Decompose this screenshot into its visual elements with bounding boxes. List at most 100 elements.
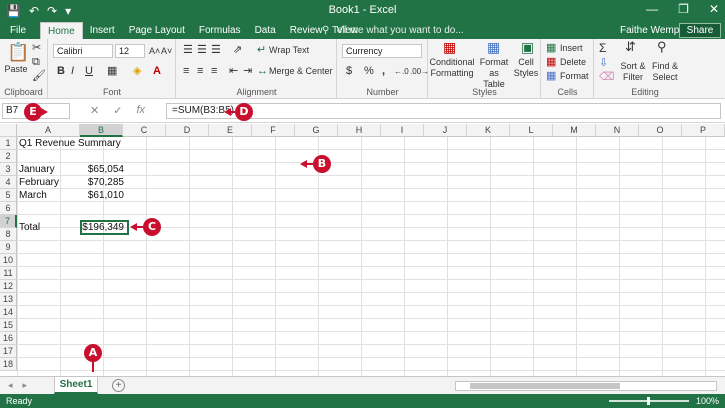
column-header-h[interactable]: H — [338, 124, 381, 137]
row-header-7[interactable]: 7 — [0, 215, 17, 228]
italic-button[interactable]: I — [71, 65, 74, 77]
tab-file[interactable]: File — [0, 22, 36, 39]
row-header-13[interactable]: 13 — [0, 293, 17, 306]
cell-styles-icon[interactable]: ▣ — [521, 40, 534, 54]
sort-filter-button[interactable]: Sort & Filter — [617, 61, 649, 83]
column-header-e[interactable]: E — [209, 124, 252, 137]
fill-icon[interactable]: ⇩ — [599, 57, 608, 69]
row-header-12[interactable]: 12 — [0, 280, 17, 293]
percent-style-button[interactable]: % — [364, 65, 374, 77]
format-cells-button[interactable]: Format — [560, 71, 589, 82]
number-format-select[interactable]: Currency — [342, 44, 422, 58]
next-sheet-icon[interactable]: ▸ — [23, 380, 28, 391]
cell-a4[interactable]: February — [19, 176, 59, 189]
autosum-icon[interactable]: Σ — [599, 42, 606, 54]
scrollbar-thumb[interactable] — [470, 383, 620, 389]
underline-button[interactable]: U — [85, 65, 93, 77]
accounting-format-button[interactable]: $ — [346, 65, 352, 77]
row-header-15[interactable]: 15 — [0, 319, 17, 332]
row-header-9[interactable]: 9 — [0, 241, 17, 254]
align-center-icon[interactable]: ≡ — [197, 65, 203, 77]
find-select-icon[interactable]: ⚲ — [657, 40, 667, 53]
insert-cells-icon[interactable]: ▦ — [546, 42, 556, 54]
row-header-16[interactable]: 16 — [0, 332, 17, 345]
tab-formulas[interactable]: Formulas — [192, 22, 248, 39]
borders-icon[interactable]: ▦ — [107, 65, 117, 77]
column-header-o[interactable]: O — [639, 124, 682, 137]
column-header-g[interactable]: G — [295, 124, 338, 137]
cell-b3[interactable]: $65,054 — [81, 163, 127, 176]
worksheet-grid[interactable]: ABCDEFGHIJKLMNOP 1 2 3 4 5 6 7 8 9 10 11 12 13 14 15 16… — [0, 124, 725, 376]
row-header-1[interactable]: 1 — [0, 137, 17, 150]
zoom-slider[interactable] — [609, 397, 689, 405]
sheet-tab-sheet1[interactable]: Sheet1 — [54, 377, 98, 394]
restore-icon[interactable]: ❐ — [678, 2, 689, 16]
delete-cells-icon[interactable]: ▦ — [546, 56, 556, 68]
clear-icon[interactable]: ⌫ — [599, 71, 615, 83]
tab-home[interactable]: Home — [40, 22, 83, 39]
row-header-8[interactable]: 8 — [0, 228, 17, 241]
cancel-icon[interactable]: ✕ — [90, 104, 99, 117]
decrease-decimal-icon[interactable]: .00→ — [410, 66, 429, 78]
wrap-text-icon[interactable]: ↵ — [257, 44, 266, 56]
align-right-icon[interactable]: ≡ — [211, 65, 217, 77]
copy-icon[interactable]: ⧉ — [32, 56, 40, 68]
column-header-b[interactable]: B — [80, 124, 123, 137]
column-header-f[interactable]: F — [252, 124, 295, 137]
column-header-n[interactable]: N — [596, 124, 639, 137]
cell-b4[interactable]: $70,285 — [81, 176, 127, 189]
find-select-button[interactable]: Find & Select — [649, 61, 681, 83]
cut-icon[interactable]: ✂ — [32, 42, 41, 54]
column-header-i[interactable]: I — [381, 124, 424, 137]
bold-button[interactable]: B — [57, 65, 65, 77]
add-sheet-icon[interactable]: + — [112, 379, 125, 392]
format-as-table-icon[interactable]: ▦ — [487, 40, 500, 54]
column-header-a[interactable]: A — [17, 124, 80, 137]
column-header-l[interactable]: L — [510, 124, 553, 137]
paste-icon[interactable]: 📋 — [7, 42, 29, 62]
increase-decimal-icon[interactable]: ←.0 — [394, 66, 409, 78]
column-header-j[interactable]: J — [424, 124, 467, 137]
row-header-10[interactable]: 10 — [0, 254, 17, 267]
decrease-font-icon[interactable]: A˅ — [161, 45, 172, 57]
zoom-slider-knob[interactable] — [647, 397, 650, 405]
wrap-text-button[interactable]: Wrap Text — [269, 45, 309, 56]
align-left-icon[interactable]: ≡ — [183, 65, 189, 77]
orientation-icon[interactable]: ⇗ — [233, 44, 242, 56]
select-all-corner[interactable] — [0, 124, 17, 137]
row-header-4[interactable]: 4 — [0, 176, 17, 189]
column-header-c[interactable]: C — [123, 124, 166, 137]
align-middle-icon[interactable]: ☰ — [197, 44, 207, 56]
format-painter-icon[interactable]: 🖌 — [32, 70, 46, 82]
cell-styles-button[interactable]: Cell Styles — [513, 57, 539, 79]
conditional-formatting-icon[interactable]: ▦ — [443, 40, 456, 54]
sort-filter-icon[interactable]: ⇵ — [625, 40, 636, 53]
zoom-level[interactable]: 100% — [696, 394, 719, 408]
tab-data[interactable]: Data — [248, 22, 283, 39]
cell-a3[interactable]: January — [19, 163, 55, 176]
insert-function-icon[interactable]: fx — [136, 104, 145, 117]
row-header-3[interactable]: 3 — [0, 163, 17, 176]
merge-center-button[interactable]: Merge & Center — [269, 66, 333, 77]
conditional-formatting-button[interactable]: Conditional Formatting — [429, 57, 475, 79]
cell-b5[interactable]: $61,010 — [81, 189, 127, 202]
enter-icon[interactable]: ✓ — [113, 104, 122, 117]
share-button[interactable]: Share — [679, 23, 721, 38]
row-header-5[interactable]: 5 — [0, 189, 17, 202]
user-name[interactable]: Faithe Wemp... — [620, 22, 688, 39]
insert-cells-button[interactable]: Insert — [560, 43, 583, 54]
prev-sheet-icon[interactable]: ◂ — [8, 380, 13, 391]
align-top-icon[interactable]: ☰ — [183, 44, 193, 56]
column-header-m[interactable]: M — [553, 124, 596, 137]
font-color-icon[interactable]: A — [153, 65, 161, 77]
column-header-d[interactable]: D — [166, 124, 209, 137]
merge-center-icon[interactable]: ↔ — [257, 65, 268, 77]
font-name-select[interactable]: Calibri — [53, 44, 113, 58]
tab-insert[interactable]: Insert — [83, 22, 122, 39]
align-bottom-icon[interactable]: ☰ — [211, 44, 221, 56]
increase-font-icon[interactable]: A˄ — [149, 45, 160, 57]
row-header-14[interactable]: 14 — [0, 306, 17, 319]
font-size-select[interactable]: 12 — [115, 44, 145, 58]
increase-indent-icon[interactable]: ⇥ — [243, 65, 252, 77]
comma-style-button[interactable]: , — [382, 65, 385, 77]
